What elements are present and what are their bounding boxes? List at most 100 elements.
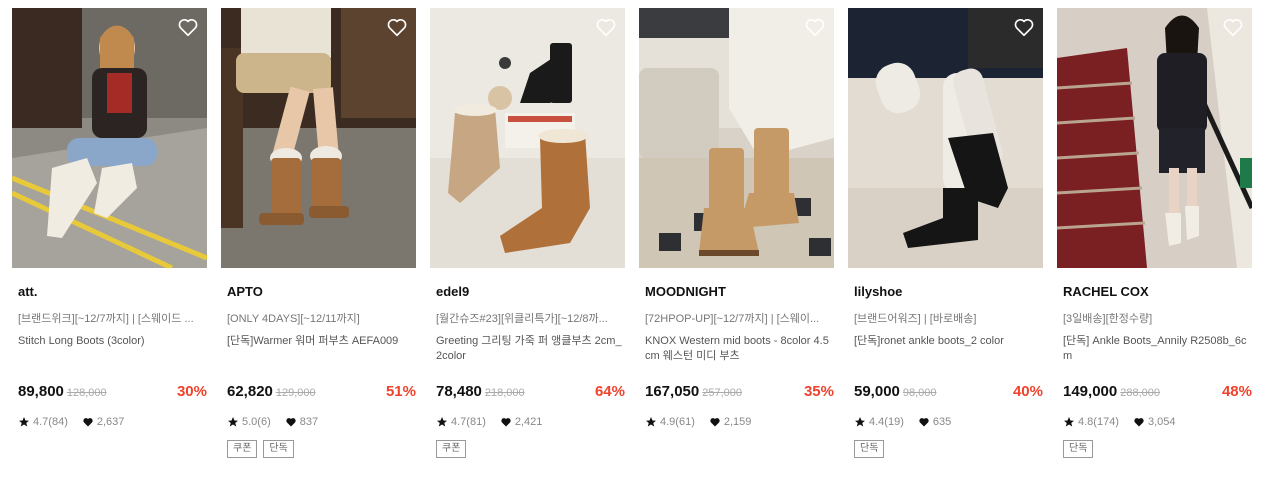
- likes-count: 2,159: [723, 416, 752, 428]
- heart-filled-icon: [500, 416, 512, 428]
- product-image[interactable]: [430, 8, 625, 268]
- product-photo-black-ankle-boots: [848, 8, 1043, 268]
- discount-rate: 40%: [1012, 383, 1043, 400]
- rating-text: 4.8(174): [1078, 416, 1119, 428]
- product-image[interactable]: [848, 8, 1043, 268]
- wishlist-heart-icon[interactable]: [804, 16, 826, 38]
- discount-rate: 30%: [176, 383, 207, 400]
- likes-count: 837: [299, 416, 319, 428]
- product-image[interactable]: [1057, 8, 1252, 268]
- brand-name[interactable]: APTO: [227, 284, 263, 299]
- tag-badge: 쿠폰: [227, 440, 258, 458]
- wishlist-heart-icon[interactable]: [177, 16, 199, 38]
- promo-text: [브랜드위크][~12/7까지] | [스웨이드 ...: [18, 313, 194, 325]
- review-meta: 4.4(19) 635: [854, 416, 951, 428]
- original-price: 288,000: [1120, 387, 1160, 399]
- original-price: 98,000: [902, 387, 937, 399]
- brand-name[interactable]: att.: [18, 284, 38, 299]
- product-card[interactable]: edel9 [월간슈즈#23][위클리특가][~12/8까... Greetin…: [430, 8, 625, 478]
- likes-count: 3,054: [1147, 416, 1176, 428]
- review-meta: 4.7(84) 2,637: [18, 416, 124, 428]
- product-image[interactable]: [639, 8, 834, 268]
- wishlist-heart-icon[interactable]: [1222, 16, 1244, 38]
- product-photo-western-boots: [639, 8, 834, 268]
- brand-name[interactable]: RACHEL COX: [1063, 284, 1149, 299]
- rating-text: 4.9(61): [660, 416, 695, 428]
- likes-count: 2,637: [96, 416, 125, 428]
- discount-rate: 64%: [594, 383, 625, 400]
- sale-price: 78,480: [436, 383, 482, 400]
- promo-text: [브랜드어워즈] | [바로배송]: [854, 313, 977, 325]
- tag-badge: 쿠폰: [436, 440, 467, 458]
- brand-name[interactable]: edel9: [436, 284, 469, 299]
- product-photo-fur-boots: [221, 8, 416, 268]
- product-name[interactable]: [단독] Ankle Boots_Annily R2508b_6cm: [1063, 334, 1251, 364]
- promo-text: [3일배송][한정수량]: [1063, 313, 1153, 325]
- sale-price: 89,800: [18, 383, 64, 400]
- discount-rate: 48%: [1221, 383, 1252, 400]
- likes-count: 635: [932, 416, 952, 428]
- star-icon: [227, 416, 239, 428]
- star-icon: [18, 416, 30, 428]
- heart-filled-icon: [709, 416, 721, 428]
- product-name[interactable]: Greeting 그리팅 가죽 퍼 앵클부츠 2cm_2color: [436, 334, 624, 364]
- heart-filled-icon: [82, 416, 94, 428]
- sale-price: 62,820: [227, 383, 273, 400]
- product-card[interactable]: RACHEL COX [3일배송][한정수량] [단독] Ankle Boots…: [1057, 8, 1252, 478]
- star-icon: [645, 416, 657, 428]
- tag-list: 쿠폰 단독: [227, 440, 294, 458]
- product-card[interactable]: att. [브랜드위크][~12/7까지] | [스웨이드 ... Stitch…: [12, 8, 207, 478]
- tag-badge: 단독: [1063, 440, 1094, 458]
- tag-list: 쿠폰: [436, 440, 467, 458]
- product-grid: att. [브랜드위크][~12/7까지] | [스웨이드 ... Stitch…: [0, 0, 1272, 494]
- rating-text: 4.7(84): [33, 416, 68, 428]
- price-row: 59,000 98,000 40%: [854, 383, 1043, 403]
- promo-text: [월간슈즈#23][위클리특가][~12/8까...: [436, 313, 608, 325]
- price-row: 149,000 288,000 48%: [1063, 383, 1252, 403]
- original-price: 128,000: [66, 387, 107, 399]
- product-image[interactable]: [12, 8, 207, 268]
- product-photo-street-long-boots: [12, 8, 207, 268]
- price-row: 167,050 257,000 35%: [645, 383, 834, 403]
- product-card[interactable]: MOODNIGHT [72HPOP-UP][~12/7까지] | [스웨이...…: [639, 8, 834, 478]
- tag-list: 단독: [854, 440, 885, 458]
- rating-text: 4.7(81): [451, 416, 486, 428]
- wishlist-heart-icon[interactable]: [595, 16, 617, 38]
- review-meta: 4.7(81) 2,421: [436, 416, 542, 428]
- product-card[interactable]: lilyshoe [브랜드어워즈] | [바로배송] [단독]ronet ank…: [848, 8, 1043, 478]
- review-meta: 4.9(61) 2,159: [645, 416, 751, 428]
- discount-rate: 51%: [385, 383, 416, 400]
- original-price: 218,000: [484, 387, 525, 399]
- star-icon: [1063, 416, 1075, 428]
- product-name[interactable]: Stitch Long Boots (3color): [18, 334, 206, 349]
- rating-text: 4.4(19): [869, 416, 904, 428]
- sale-price: 167,050: [645, 383, 700, 400]
- promo-text: [72HPOP-UP][~12/7까지] | [스웨이...: [645, 313, 820, 325]
- original-price: 129,000: [275, 387, 316, 399]
- sale-price: 149,000: [1063, 383, 1118, 400]
- brand-name[interactable]: MOODNIGHT: [645, 284, 726, 299]
- product-image[interactable]: [221, 8, 416, 268]
- product-photo-staircase-white-boots: [1057, 8, 1252, 268]
- review-meta: 5.0(6) 837: [227, 416, 318, 428]
- price-row: 89,800 128,000 30%: [18, 383, 207, 403]
- product-name[interactable]: KNOX Western mid boots - 8color 4.5cm 웨스…: [645, 334, 833, 364]
- wishlist-heart-icon[interactable]: [386, 16, 408, 38]
- product-card[interactable]: APTO [ONLY 4DAYS][~12/11까지] [단독]Warmer 워…: [221, 8, 416, 478]
- wishlist-heart-icon[interactable]: [1013, 16, 1035, 38]
- rating-text: 5.0(6): [242, 416, 271, 428]
- heart-filled-icon: [285, 416, 297, 428]
- brand-name[interactable]: lilyshoe: [854, 284, 902, 299]
- original-price: 257,000: [702, 387, 742, 399]
- product-name[interactable]: [단독]Warmer 워머 퍼부츠 AEFA009: [227, 334, 415, 349]
- star-icon: [436, 416, 448, 428]
- star-icon: [854, 416, 866, 428]
- product-name[interactable]: [단독]ronet ankle boots_2 color: [854, 334, 1042, 349]
- likes-count: 2,421: [514, 416, 543, 428]
- heart-filled-icon: [918, 416, 930, 428]
- product-photo-suede-ankle-boots: [430, 8, 625, 268]
- tag-badge: 단독: [854, 440, 885, 458]
- tag-list: 단독: [1063, 440, 1094, 458]
- review-meta: 4.8(174) 3,054: [1063, 416, 1176, 428]
- price-row: 78,480 218,000 64%: [436, 383, 625, 403]
